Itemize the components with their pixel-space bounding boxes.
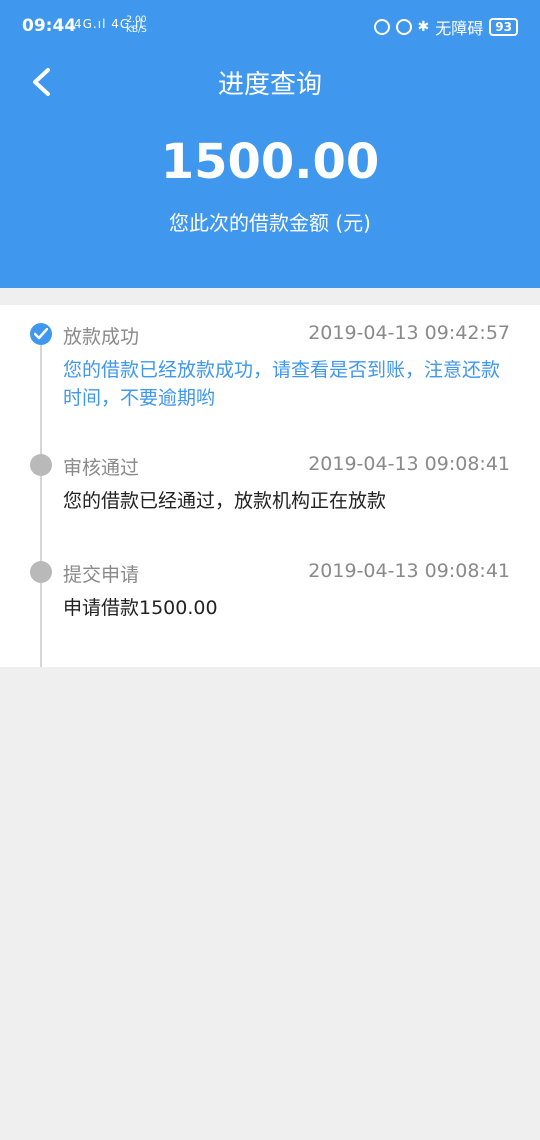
step-description: 申请借款1500.00	[63, 597, 218, 619]
status-dot-icon	[30, 454, 52, 476]
step-title: 放款成功	[63, 326, 140, 348]
page-title: 进度查询	[217, 70, 322, 100]
step-time: 2019-04-13 09:08:41	[308, 453, 510, 475]
header: 09:44 4G.ıl 4G.ıl 2.00 KB/S ✱ 无障碍 93 进度查…	[0, 0, 540, 288]
network-speed-value: 2.00	[126, 15, 147, 25]
status-dot-icon	[30, 561, 52, 583]
check-icon	[30, 323, 52, 345]
status-time: 09:44	[22, 16, 77, 36]
status-bar: 09:44 4G.ıl 4G.ıl 2.00 KB/S ✱ 无障碍 93	[0, 0, 540, 52]
loan-amount: 1500.00	[160, 134, 380, 190]
loan-amount-caption: 您此次的借款金额 (元)	[169, 211, 371, 235]
step-title: 审核通过	[63, 457, 140, 479]
step-time: 2019-04-13 09:08:41	[308, 560, 510, 582]
timeline-line	[40, 339, 42, 667]
step-description: 您的借款已经放款成功，请查看是否到账，注意还款时间，不要逾期哟	[63, 359, 501, 409]
lock-rotation-icon	[373, 19, 390, 35]
network-speed-unit: KB/S	[126, 25, 147, 35]
step-title: 提交申请	[63, 564, 140, 586]
step-time: 2019-04-13 09:42:57	[308, 322, 510, 344]
progress-timeline: 放款成功 2019-04-13 09:42:57 您的借款已经放款成功，请查看是…	[0, 305, 540, 667]
bluetooth-icon: ✱	[417, 19, 430, 35]
accessibility-label: 无障碍	[435, 19, 484, 38]
alarm-icon	[395, 19, 412, 35]
network-speed: 2.00 KB/S	[126, 15, 147, 35]
step-description: 您的借款已经通过，放款机构正在放款	[63, 490, 387, 512]
status-icons: ✱ 无障碍 93	[373, 15, 518, 39]
battery-icon: 93	[489, 18, 518, 36]
